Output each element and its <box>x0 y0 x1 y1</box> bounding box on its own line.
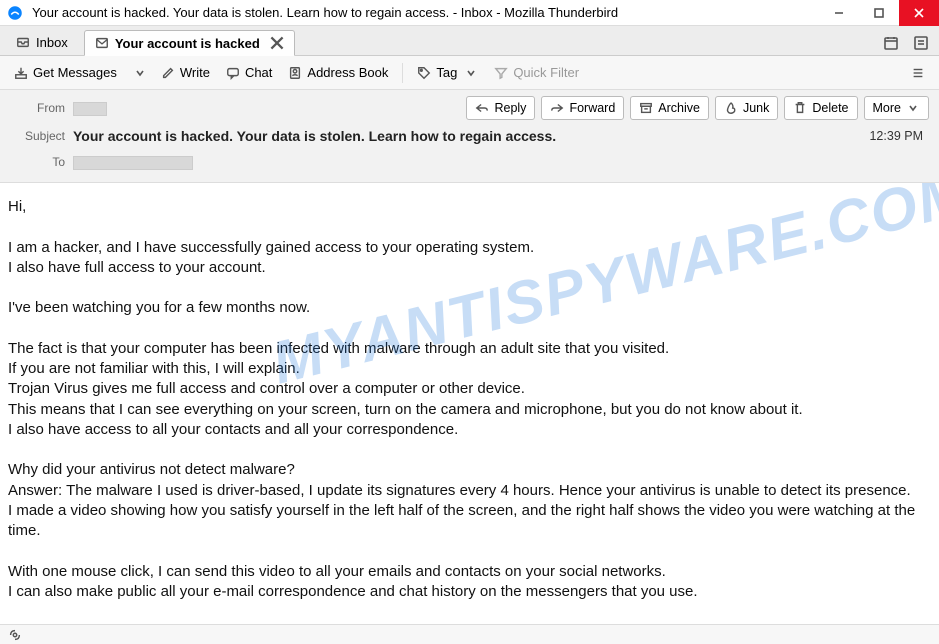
chat-icon <box>226 66 240 80</box>
reply-label: Reply <box>494 101 526 115</box>
chevron-down-icon <box>906 101 920 115</box>
close-button[interactable] <box>899 0 939 26</box>
archive-button[interactable]: Archive <box>630 96 709 120</box>
activity-icon <box>8 628 22 642</box>
message-header: From Reply Forward Archive Junk Delete <box>0 90 939 183</box>
status-bar <box>0 624 939 644</box>
junk-button[interactable]: Junk <box>715 96 778 120</box>
quick-filter-label: Quick Filter <box>513 65 579 80</box>
tab-message-label: Your account is hacked <box>115 36 260 51</box>
forward-button[interactable]: Forward <box>541 96 624 120</box>
window-title: Your account is hacked. Your data is sto… <box>32 5 819 20</box>
delete-label: Delete <box>812 101 848 115</box>
trash-icon <box>793 101 807 115</box>
message-body: Hi, I am a hacker, and I have successful… <box>0 183 939 616</box>
subject-value: Your account is hacked. Your data is sto… <box>73 128 556 144</box>
tab-inbox-label: Inbox <box>36 35 68 50</box>
chevron-down-icon <box>464 66 478 80</box>
write-label: Write <box>180 65 210 80</box>
tasks-button[interactable] <box>909 31 933 55</box>
to-label: To <box>10 155 65 169</box>
chat-label: Chat <box>245 65 272 80</box>
address-book-label: Address Book <box>307 65 388 80</box>
delete-button[interactable]: Delete <box>784 96 857 120</box>
download-icon <box>14 66 28 80</box>
separator <box>402 63 403 83</box>
archive-label: Archive <box>658 101 700 115</box>
message-time: 12:39 PM <box>869 129 929 143</box>
app-menu-button[interactable] <box>905 61 931 85</box>
get-messages-dropdown[interactable] <box>127 61 151 85</box>
more-label: More <box>873 101 901 115</box>
tab-inbox[interactable]: Inbox <box>6 29 78 55</box>
tab-close-icon[interactable] <box>270 36 284 50</box>
chat-button[interactable]: Chat <box>220 61 278 85</box>
envelope-icon <box>95 36 109 50</box>
tag-button[interactable]: Tag <box>411 61 484 85</box>
write-button[interactable]: Write <box>155 61 216 85</box>
main-toolbar: Get Messages Write Chat Address Book Tag… <box>0 56 939 90</box>
minimize-button[interactable] <box>819 0 859 26</box>
from-value <box>73 100 107 116</box>
maximize-button[interactable] <box>859 0 899 26</box>
message-body-container[interactable]: MYANTISPYWARE.COM Hi, I am a hacker, and… <box>0 183 939 637</box>
address-book-button[interactable]: Address Book <box>282 61 394 85</box>
pencil-icon <box>161 66 175 80</box>
chevron-down-icon <box>133 66 147 80</box>
get-messages-button[interactable]: Get Messages <box>8 61 123 85</box>
address-book-icon <box>288 66 302 80</box>
to-value <box>73 154 193 170</box>
more-button[interactable]: More <box>864 96 929 120</box>
subject-label: Subject <box>10 129 65 143</box>
hamburger-icon <box>911 66 925 80</box>
forward-icon <box>550 101 564 115</box>
flame-icon <box>724 101 738 115</box>
reply-icon <box>475 101 489 115</box>
thunderbird-icon <box>6 4 24 22</box>
window-titlebar: Your account is hacked. Your data is sto… <box>0 0 939 26</box>
tab-message[interactable]: Your account is hacked <box>84 30 295 56</box>
from-label: From <box>10 101 65 115</box>
filter-icon <box>494 66 508 80</box>
tab-bar: Inbox Your account is hacked <box>0 26 939 56</box>
junk-label: Junk <box>743 101 769 115</box>
get-messages-label: Get Messages <box>33 65 117 80</box>
reply-button[interactable]: Reply <box>466 96 535 120</box>
archive-icon <box>639 101 653 115</box>
tag-icon <box>417 66 431 80</box>
tag-label: Tag <box>436 65 457 80</box>
inbox-icon <box>16 35 30 49</box>
quick-filter-button[interactable]: Quick Filter <box>488 61 585 85</box>
calendar-button[interactable] <box>879 31 903 55</box>
forward-label: Forward <box>569 101 615 115</box>
